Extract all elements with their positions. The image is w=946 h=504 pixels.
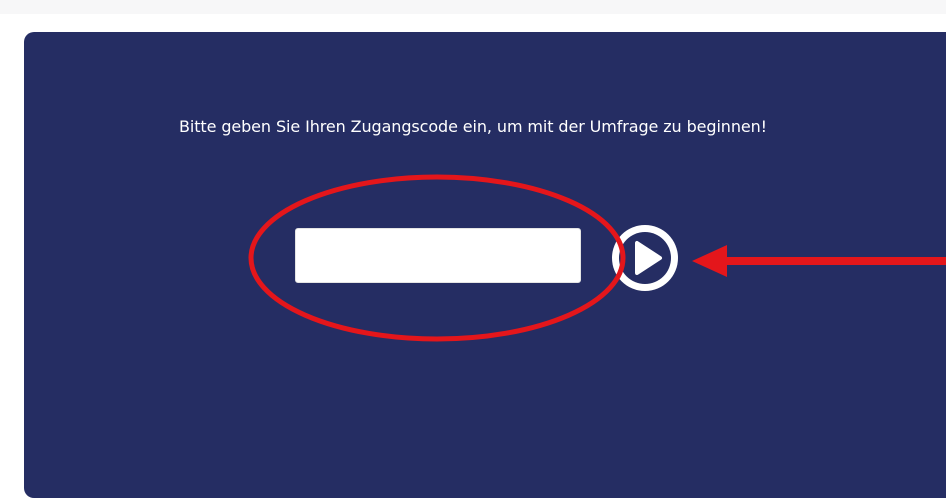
start-survey-button[interactable] xyxy=(607,224,683,300)
play-circle-icon xyxy=(612,225,678,291)
access-code-input[interactable] xyxy=(295,228,581,283)
survey-page: Bitte geben Sie Ihren Zugangscode ein, u… xyxy=(0,0,946,504)
access-code-prompt: Bitte geben Sie Ihren Zugangscode ein, u… xyxy=(179,117,767,136)
top-band xyxy=(0,0,946,14)
